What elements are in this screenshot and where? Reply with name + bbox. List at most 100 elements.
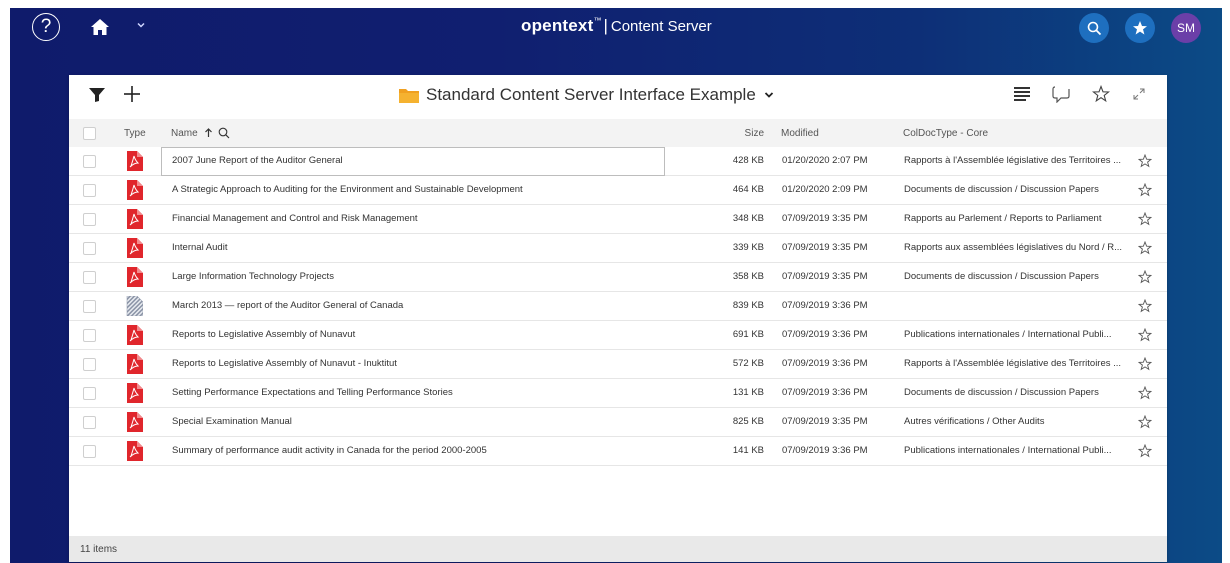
folder-title[interactable]: Standard Content Server Interface Exampl…: [399, 85, 774, 105]
row-name-link[interactable]: Reports to Legislative Assembly of Nunav…: [172, 329, 662, 340]
panel-header: Standard Content Server Interface Exampl…: [69, 75, 1167, 115]
column-header-type[interactable]: Type: [124, 128, 146, 139]
column-header-coldoctype[interactable]: ColDocType - Core: [903, 128, 988, 139]
row-checkbox[interactable]: [83, 329, 96, 342]
sort-ascending-icon[interactable]: [204, 128, 213, 138]
table-row[interactable]: Setting Performance Expectations and Tel…: [69, 379, 1167, 408]
help-button[interactable]: ?: [32, 13, 60, 41]
table-row[interactable]: Internal Audit 339 KB 07/09/2019 3:35 PM Ra…: [69, 234, 1167, 263]
favorite-star-icon[interactable]: [1092, 85, 1110, 103]
column-header-size[interactable]: Size: [716, 128, 764, 139]
app-window: ? opentext™ | Content Server SM Standard…: [10, 8, 1222, 563]
favorite-star-icon[interactable]: [1137, 182, 1153, 197]
row-coldoctype: Rapports à l'Assemblée législative des T…: [904, 358, 1122, 369]
row-modified: 07/09/2019 3:35 PM: [782, 242, 868, 253]
row-checkbox[interactable]: [83, 271, 96, 284]
pdf-file-icon: [125, 267, 143, 287]
row-checkbox[interactable]: [83, 242, 96, 255]
item-count: 11 items: [80, 544, 118, 555]
favorite-star-icon[interactable]: [1137, 443, 1153, 458]
pdf-file-icon: [125, 209, 143, 229]
pdf-file-icon: [125, 354, 143, 374]
search-button[interactable]: [1079, 13, 1109, 43]
favorite-star-icon[interactable]: [1137, 414, 1153, 429]
chevron-down-icon[interactable]: [764, 91, 774, 99]
select-all-checkbox[interactable]: [83, 127, 96, 140]
row-name-link[interactable]: Summary of performance audit activity in…: [172, 445, 662, 456]
brand-separator: |: [603, 16, 608, 35]
row-modified: 07/09/2019 3:36 PM: [782, 358, 868, 369]
comment-icon[interactable]: [1051, 85, 1071, 103]
row-name-link[interactable]: Internal Audit: [172, 242, 662, 253]
table-row[interactable]: Summary of performance audit activity in…: [69, 437, 1167, 466]
row-size: 339 KB: [732, 242, 764, 253]
row-checkbox[interactable]: [83, 300, 96, 313]
chevron-down-icon[interactable]: [136, 21, 146, 29]
pdf-file-icon: [125, 383, 143, 403]
row-name-link[interactable]: A Strategic Approach to Auditing for the…: [172, 184, 662, 195]
favorite-star-icon[interactable]: [1137, 298, 1153, 313]
favorite-star-icon[interactable]: [1137, 356, 1153, 371]
row-checkbox[interactable]: [83, 445, 96, 458]
row-name-link[interactable]: Reports to Legislative Assembly of Nunav…: [172, 358, 662, 369]
row-size: 825 KB: [732, 416, 764, 427]
home-icon[interactable]: [90, 18, 110, 36]
star-icon: [1133, 21, 1147, 35]
row-checkbox[interactable]: [83, 416, 96, 429]
table-body: 2007 June Report of the Auditor General 4…: [69, 147, 1167, 466]
panel-footer: 11 items: [69, 536, 1167, 562]
folder-name: Standard Content Server Interface Exampl…: [426, 85, 756, 104]
table-row[interactable]: March 2013 — report of the Auditor Gener…: [69, 292, 1167, 321]
pdf-file-icon: [125, 412, 143, 432]
row-checkbox[interactable]: [83, 213, 96, 226]
row-name-link[interactable]: Setting Performance Expectations and Tel…: [172, 387, 662, 398]
row-coldoctype: Rapports au Parlement / Reports to Parli…: [904, 213, 1102, 224]
description-icon[interactable]: [1014, 87, 1030, 101]
row-name-link[interactable]: Financial Management and Control and Ris…: [172, 213, 662, 224]
favorites-button[interactable]: [1125, 13, 1155, 43]
favorite-star-icon[interactable]: [1137, 385, 1153, 400]
expand-icon[interactable]: [1133, 88, 1145, 100]
table-row[interactable]: Reports to Legislative Assembly of Nunav…: [69, 321, 1167, 350]
row-size: 839 KB: [732, 300, 764, 311]
row-name-link[interactable]: 2007 June Report of the Auditor General: [172, 155, 662, 166]
table-row[interactable]: Financial Management and Control and Ris…: [69, 205, 1167, 234]
row-modified: 07/09/2019 3:36 PM: [782, 445, 868, 456]
row-size: 358 KB: [732, 271, 764, 282]
table-row[interactable]: A Strategic Approach to Auditing for the…: [69, 176, 1167, 205]
row-coldoctype: Publications internationales / Internati…: [904, 445, 1112, 456]
search-icon: [1087, 21, 1101, 35]
pdf-file-icon: [125, 180, 143, 200]
row-coldoctype: Documents de discussion / Discussion Pap…: [904, 271, 1099, 282]
row-checkbox[interactable]: [83, 155, 96, 168]
document-file-icon: [125, 295, 144, 317]
row-checkbox[interactable]: [83, 184, 96, 197]
favorite-star-icon[interactable]: [1137, 269, 1153, 284]
row-coldoctype: Publications internationales / Internati…: [904, 329, 1112, 340]
add-icon[interactable]: [123, 85, 141, 103]
favorite-star-icon[interactable]: [1137, 211, 1153, 226]
row-modified: 07/09/2019 3:36 PM: [782, 329, 868, 340]
row-modified: 07/09/2019 3:36 PM: [782, 387, 868, 398]
favorite-star-icon[interactable]: [1137, 327, 1153, 342]
table-row[interactable]: Special Examination Manual 825 KB 07/09/20…: [69, 408, 1167, 437]
user-avatar[interactable]: SM: [1171, 13, 1201, 43]
column-header-name[interactable]: Name: [171, 127, 230, 139]
table-row[interactable]: Large Information Technology Projects 358…: [69, 263, 1167, 292]
row-name-link[interactable]: March 2013 — report of the Auditor Gener…: [172, 300, 662, 311]
row-name-link[interactable]: Special Examination Manual: [172, 416, 662, 427]
folder-icon: [399, 89, 419, 103]
row-size: 572 KB: [732, 358, 764, 369]
row-checkbox[interactable]: [83, 358, 96, 371]
row-checkbox[interactable]: [83, 387, 96, 400]
row-modified: 01/20/2020 2:07 PM: [782, 155, 868, 166]
table-row[interactable]: 2007 June Report of the Auditor General 4…: [69, 147, 1167, 176]
row-size: 428 KB: [732, 155, 764, 166]
search-icon[interactable]: [218, 127, 230, 139]
filter-icon[interactable]: [89, 88, 105, 102]
column-header-modified[interactable]: Modified: [781, 128, 819, 139]
favorite-star-icon[interactable]: [1137, 153, 1153, 168]
table-row[interactable]: Reports to Legislative Assembly of Nunav…: [69, 350, 1167, 379]
row-name-link[interactable]: Large Information Technology Projects: [172, 271, 662, 282]
favorite-star-icon[interactable]: [1137, 240, 1153, 255]
